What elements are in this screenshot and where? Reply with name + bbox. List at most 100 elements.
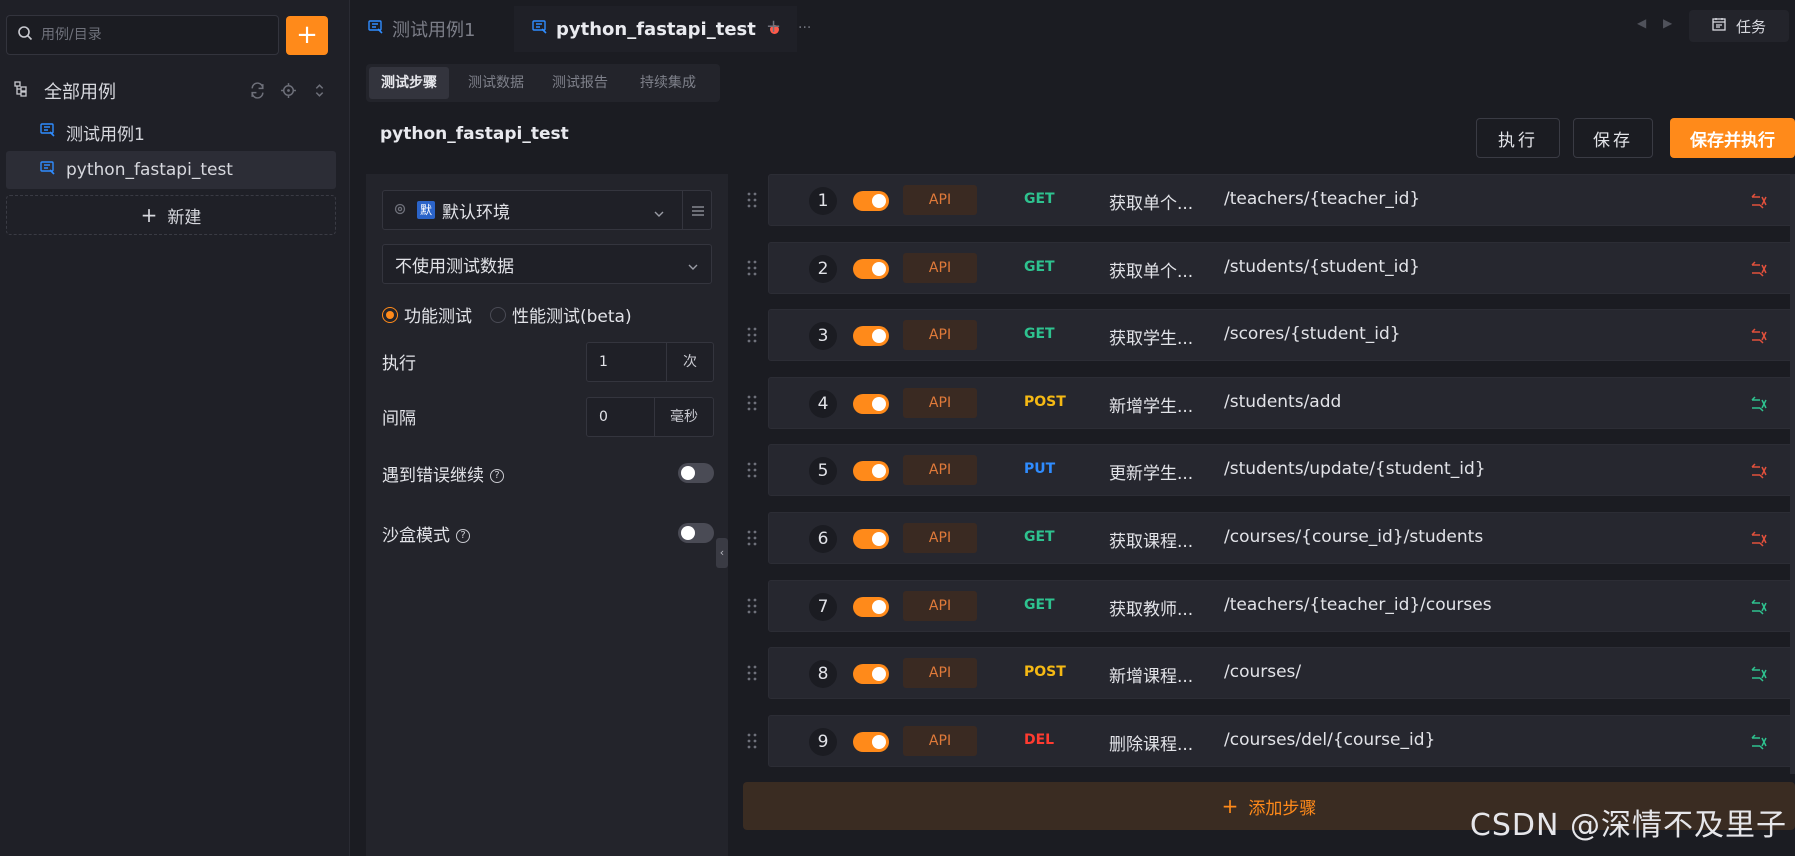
run-count-value[interactable]: 1	[587, 343, 667, 381]
data-select-label: 不使用测试数据	[395, 256, 514, 277]
step-row[interactable]: 4 API POST 新增学生... /students/add	[742, 376, 1795, 429]
step-row[interactable]: 5 API PUT 更新学生... /students/update/{student_…	[742, 444, 1795, 497]
task-button[interactable]: 任务	[1689, 10, 1789, 42]
step-path: /courses/{course_id}/students	[1224, 527, 1484, 547]
step-enable-toggle[interactable]	[853, 529, 889, 549]
drag-handle-icon[interactable]	[746, 598, 758, 614]
settings-icon	[393, 201, 407, 220]
http-method: GET	[1024, 191, 1055, 207]
step-enable-toggle[interactable]	[853, 664, 889, 685]
step-enable-toggle[interactable]	[853, 461, 889, 482]
collapse-panel-handle[interactable]: ‹	[716, 538, 728, 568]
tree-root-all-cases[interactable]: 全部用例	[14, 76, 334, 106]
subtab-test-steps[interactable]: 测试步骤	[369, 67, 449, 99]
drag-handle-icon[interactable]	[746, 192, 758, 208]
environment-select[interactable]: 默 默认环境	[382, 190, 712, 230]
step-status-pass-icon[interactable]	[1750, 734, 1768, 750]
step-row[interactable]: 9 API DEL 删除课程... /courses/del/{course_id}	[742, 714, 1795, 767]
step-status-fail-icon[interactable]	[1750, 193, 1768, 209]
step-enable-toggle[interactable]	[853, 731, 889, 752]
drag-handle-icon[interactable]	[746, 395, 758, 411]
subtab-test-data[interactable]: 测试数据	[456, 67, 536, 99]
locate-icon[interactable]	[280, 82, 297, 99]
help-icon[interactable]: ?	[456, 529, 470, 543]
interval-value[interactable]: 0	[587, 398, 655, 436]
step-row[interactable]: 2 API GET 获取单个... /students/{student_id}	[742, 241, 1795, 294]
scroll-right-icon[interactable]: ▶	[1663, 16, 1672, 30]
tab-python-fastapi-test[interactable]: python_fastapi_test	[514, 6, 797, 52]
subtab-ci[interactable]: 持续集成	[628, 67, 708, 99]
step-row[interactable]: 8 API POST 新增课程... /courses/	[742, 647, 1795, 700]
step-status-pass-icon[interactable]	[1750, 666, 1768, 682]
scroll-left-icon[interactable]: ◀	[1637, 16, 1646, 30]
add-case-button[interactable]: +	[286, 16, 328, 55]
step-status-fail-icon[interactable]	[1750, 531, 1768, 547]
step-path: /courses/del/{course_id}	[1224, 729, 1436, 750]
step-number: 1	[809, 187, 837, 215]
add-tab-button[interactable]: +	[766, 16, 781, 37]
radio-functional[interactable]	[382, 306, 398, 323]
step-row[interactable]: 3 API GET 获取学生... /scores/{student_id}	[742, 309, 1795, 362]
step-card[interactable]: 1 API GET 获取单个... /teachers/{teacher_id}	[768, 174, 1795, 226]
step-card[interactable]: 9 API DEL 删除课程... /courses/del/{course_id}	[768, 714, 1795, 767]
step-row[interactable]: 6 API GET 获取课程... /courses/{course_id}/stude…	[742, 512, 1795, 564]
step-card[interactable]: 4 API POST 新增学生... /students/add	[768, 376, 1795, 429]
step-enable-toggle[interactable]	[853, 191, 889, 211]
step-row[interactable]: 7 API GET 获取教师... /teachers/{teacher_id}/cou…	[742, 579, 1795, 632]
refresh-icon[interactable]	[249, 82, 266, 99]
step-card[interactable]: 3 API GET 获取学生... /scores/{student_id}	[768, 309, 1795, 362]
step-type-tag: API	[903, 658, 977, 689]
step-card[interactable]: 8 API POST 新增课程... /courses/	[768, 647, 1795, 700]
step-card[interactable]: 7 API GET 获取教师... /teachers/{teacher_id}/cou…	[768, 579, 1795, 632]
drag-handle-icon[interactable]	[746, 260, 758, 276]
step-card[interactable]: 2 API GET 获取单个... /students/{student_id}	[768, 241, 1795, 294]
env-menu-button[interactable]	[682, 190, 712, 230]
step-status-fail-icon[interactable]	[1750, 261, 1768, 277]
step-name: 获取单个...	[1109, 194, 1194, 214]
tab-label: 测试用例1	[392, 20, 476, 41]
http-method: PUT	[1024, 461, 1056, 478]
http-method: GET	[1024, 258, 1055, 275]
continue-on-error-switch[interactable]	[678, 463, 714, 483]
step-enable-toggle[interactable]	[853, 326, 889, 347]
save-button[interactable]: 保存	[1573, 118, 1653, 158]
step-status-fail-icon[interactable]	[1750, 328, 1768, 344]
step-enable-toggle[interactable]	[853, 258, 889, 279]
tab-case-1[interactable]: 测试用例1	[368, 12, 475, 46]
drag-handle-icon[interactable]	[746, 530, 758, 546]
drag-handle-icon[interactable]	[746, 665, 758, 681]
more-tabs-button[interactable]: ···	[798, 20, 811, 36]
save-and-run-button[interactable]: 保存并执行	[1670, 118, 1795, 158]
test-data-select[interactable]: 不使用测试数据	[382, 244, 712, 284]
sandbox-mode-switch[interactable]	[678, 523, 714, 543]
step-card[interactable]: 6 API GET 获取课程... /courses/{course_id}/stude…	[768, 512, 1795, 564]
help-icon[interactable]: ?	[490, 469, 504, 483]
step-enable-toggle[interactable]	[853, 596, 889, 617]
step-card[interactable]: 5 API PUT 更新学生... /students/update/{student_…	[768, 444, 1795, 497]
drag-handle-icon[interactable]	[746, 462, 758, 478]
step-status-pass-icon[interactable]	[1750, 599, 1768, 615]
http-method: DEL	[1024, 731, 1055, 748]
step-status-pass-icon[interactable]	[1750, 396, 1768, 412]
steps-scrollbar[interactable]	[1790, 174, 1795, 774]
interval-unit: 毫秒	[670, 409, 698, 425]
run-count-input[interactable]: 1 次	[586, 342, 714, 382]
tree-item-python-fastapi-test[interactable]: python_fastapi_test	[6, 151, 336, 189]
step-enable-toggle[interactable]	[853, 393, 889, 414]
drag-handle-icon[interactable]	[746, 327, 758, 343]
search-box[interactable]	[6, 15, 279, 55]
search-input[interactable]	[39, 26, 259, 44]
expand-collapse-icon[interactable]	[311, 82, 328, 99]
step-status-fail-icon[interactable]	[1750, 463, 1768, 479]
drag-handle-icon[interactable]	[746, 733, 758, 749]
new-button[interactable]: + 新建	[6, 195, 336, 235]
step-name: 获取教师...	[1109, 599, 1194, 620]
search-icon	[17, 25, 33, 45]
subtab-test-report[interactable]: 测试报告	[540, 67, 620, 99]
run-button[interactable]: 执行	[1476, 118, 1560, 158]
run-count-label: 执行	[382, 354, 416, 374]
step-row[interactable]: 1 API GET 获取单个... /teachers/{teacher_id}	[742, 174, 1795, 226]
radio-performance[interactable]	[490, 306, 506, 323]
interval-input[interactable]: 0 毫秒	[586, 397, 714, 437]
tree-item-case-1[interactable]: 测试用例1	[6, 113, 336, 151]
